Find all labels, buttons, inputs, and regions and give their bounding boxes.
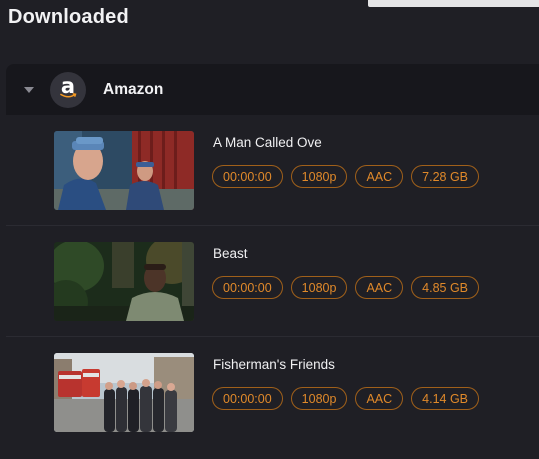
- duration-badge: 00:00:00: [212, 165, 283, 188]
- duration-badge: 00:00:00: [212, 387, 283, 410]
- collapse-toggle[interactable]: [23, 84, 35, 96]
- audio-badge: AAC: [355, 387, 404, 410]
- item-title: Beast: [213, 246, 248, 261]
- video-thumbnail: [54, 131, 194, 210]
- caret-down-icon: [24, 86, 34, 93]
- item-tags: 00:00:00 1080p AAC 4.85 GB: [212, 276, 480, 299]
- resolution-badge: 1080p: [290, 276, 348, 299]
- app-window: Downloaded a Amazon A Man Called Ove 00:…: [0, 0, 539, 459]
- list-item[interactable]: Beast 00:00:00 1080p AAC 4.85 GB: [6, 226, 539, 337]
- download-list: A Man Called Ove 00:00:00 1080p AAC 7.28…: [6, 115, 539, 448]
- size-badge: 4.85 GB: [411, 276, 480, 299]
- video-thumbnail: [54, 242, 194, 321]
- size-badge: 7.28 GB: [411, 165, 480, 188]
- video-thumbnail: [54, 353, 194, 432]
- item-tags: 00:00:00 1080p AAC 7.28 GB: [212, 165, 480, 188]
- provider-name: Amazon: [103, 80, 164, 98]
- item-title: A Man Called Ove: [213, 135, 322, 150]
- audio-badge: AAC: [355, 276, 404, 299]
- amazon-smile-icon: [60, 92, 77, 98]
- amazon-logo-icon: a: [50, 71, 86, 108]
- resolution-badge: 1080p: [290, 387, 348, 410]
- provider-group-header[interactable]: a Amazon: [6, 64, 539, 115]
- list-item[interactable]: A Man Called Ove 00:00:00 1080p AAC 7.28…: [6, 115, 539, 226]
- size-badge: 4.14 GB: [411, 387, 480, 410]
- item-title: Fisherman's Friends: [213, 357, 335, 372]
- list-item[interactable]: Fisherman's Friends 00:00:00 1080p AAC 4…: [6, 337, 539, 448]
- duration-badge: 00:00:00: [212, 276, 283, 299]
- audio-badge: AAC: [355, 165, 404, 188]
- page-title: Downloaded: [8, 6, 129, 28]
- top-bar-edge: [368, 0, 539, 7]
- resolution-badge: 1080p: [290, 165, 348, 188]
- item-tags: 00:00:00 1080p AAC 4.14 GB: [212, 387, 480, 410]
